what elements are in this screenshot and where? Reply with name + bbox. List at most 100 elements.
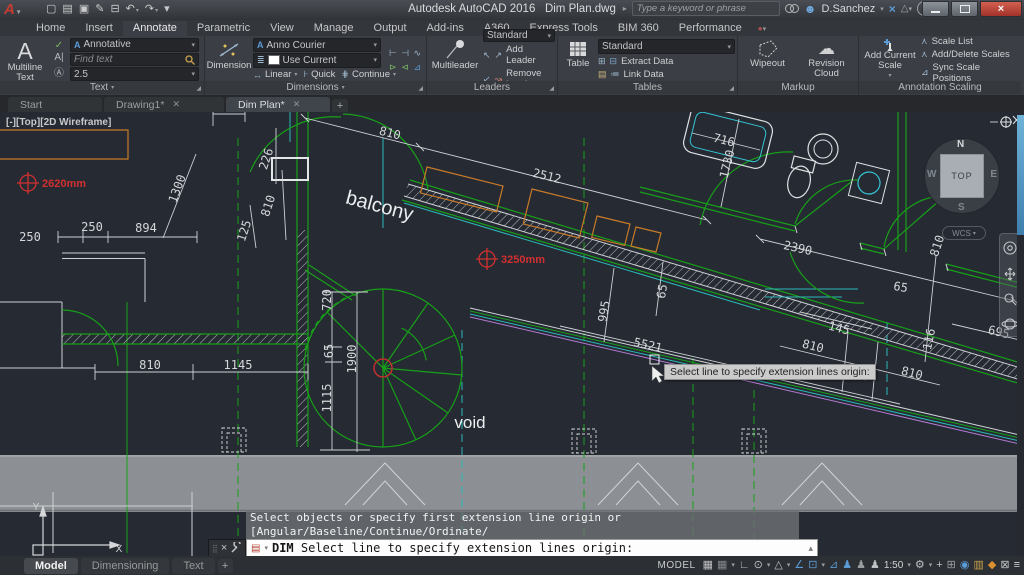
recent-commands-caret-icon[interactable]: ▾ (264, 544, 268, 552)
dim-layer-dropdown[interactable]: ≣ Use Current▾ (253, 53, 381, 67)
quick-dimension-button[interactable]: ⊦ Quick (303, 69, 335, 80)
quick-properties-icon[interactable]: ◉ (960, 556, 970, 575)
tab-home[interactable]: Home (26, 21, 75, 36)
viewcube-west[interactable]: W (927, 169, 936, 180)
viewcube-north[interactable]: N (957, 139, 964, 150)
units-icon[interactable]: ⊞ (947, 556, 956, 575)
scale-caret-icon[interactable]: ▾ (907, 556, 911, 575)
osnap-icon[interactable]: ⊡ (808, 556, 817, 575)
panel-label-markup[interactable]: Markup (738, 81, 858, 94)
annotation-monitor-icon[interactable]: + (936, 556, 942, 575)
customize-wrench-icon[interactable] (230, 542, 242, 554)
polar-caret-icon[interactable]: ▾ (767, 556, 771, 575)
inspect-icon[interactable]: ⊳ (389, 62, 397, 73)
panel-label-leaders[interactable]: Leaders◢ (427, 81, 557, 94)
model-space-indicator[interactable]: MODEL (658, 560, 696, 571)
workspace-gear-icon[interactable]: ⚙ (915, 556, 925, 575)
panel-label-annotation-scaling[interactable]: Annotation Scaling (859, 81, 1021, 94)
clean-screen-icon[interactable]: ⊠ (1000, 556, 1009, 575)
link-data-button[interactable]: ▤ ≔ Link Data (598, 69, 735, 80)
autoscale-icon[interactable]: ♟ (856, 556, 866, 575)
new-layout-button[interactable]: + (218, 559, 233, 573)
add-delete-scales-button[interactable]: ⋏ Add/Delete Scales (921, 49, 1019, 60)
drag-handle-icon[interactable]: ⣿ (212, 544, 218, 553)
add-leader-button[interactable]: ↖ ↗ Add Leader (483, 44, 555, 66)
wipeout-button[interactable]: Wipeout (742, 38, 794, 81)
find-text-input[interactable]: Find text (70, 53, 199, 67)
text-style-dropdown[interactable]: A Annotative▾ (70, 38, 199, 52)
panel-launcher-icon[interactable]: ◢ (418, 85, 423, 92)
customization-icon[interactable]: ≡ (1014, 556, 1020, 575)
command-input[interactable]: ▤ ▾ DIM Select line to specify extension… (246, 539, 818, 557)
extract-data-button[interactable]: ⊞ ⊟ Extract Data (598, 56, 735, 67)
polar-icon[interactable]: ⊙ (754, 556, 763, 575)
tab-bim360[interactable]: BIM 360 (608, 21, 669, 36)
exchange-apps-icon[interactable]: △▾ (901, 3, 912, 14)
tab-annotate[interactable]: Annotate (123, 21, 187, 36)
file-tab-dim-plan[interactable]: Dim Plan*✕ (226, 97, 330, 112)
workspace-caret-icon[interactable]: ▾ (929, 556, 933, 575)
tab-insert[interactable]: Insert (75, 21, 123, 36)
command-bar-grip[interactable]: ⣿ × (208, 539, 246, 557)
annotation-visibility-icon[interactable]: ♟ (842, 556, 852, 575)
isodraft-icon[interactable]: △ (774, 556, 782, 575)
tab-view[interactable]: View (260, 21, 304, 36)
layout-tab-dimensioning[interactable]: Dimensioning (81, 558, 170, 574)
spell-check-icon[interactable]: ✓ (55, 40, 63, 51)
revision-cloud-button[interactable]: ☁ Revision Cloud ▾ (799, 38, 855, 81)
table-style-dropdown[interactable]: Standard▾ (598, 39, 735, 54)
panel-label-dimensions[interactable]: Dimensions▾◢ (205, 81, 426, 94)
grid-icon[interactable]: ▦ (703, 556, 713, 575)
dimension-button[interactable]: Dimension (207, 38, 251, 81)
viewcube-east[interactable]: E (990, 169, 997, 180)
expand-history-icon[interactable]: ▴ (808, 543, 813, 554)
layout-tab-text[interactable]: Text (172, 558, 214, 574)
a360-icon[interactable]: × (889, 2, 896, 16)
search-input[interactable]: Type a keyword or phrase (632, 1, 780, 16)
add-current-scale-button[interactable]: Add Current Scale ▾ (861, 38, 919, 81)
table-button[interactable]: Table (560, 38, 596, 81)
viewcube-top-face[interactable]: TOP (940, 154, 984, 198)
multileader-button[interactable]: Multileader (429, 38, 481, 81)
dim-break-icon[interactable]: ⊢ (389, 48, 397, 59)
vertical-scrollbar[interactable] (1017, 112, 1024, 556)
find-text-icon[interactable]: A| (54, 52, 63, 63)
tab-performance[interactable]: Performance (669, 21, 752, 36)
snap-icon[interactable]: ▦ (717, 556, 727, 575)
restore-button[interactable] (951, 1, 978, 17)
mleader-style-dropdown[interactable]: Standard▾ (483, 29, 555, 42)
close-button[interactable]: × (980, 1, 1022, 17)
otrack-icon[interactable]: ∠ (794, 556, 804, 575)
update-icon[interactable]: ⊲ (401, 62, 409, 73)
file-tab-drawing1[interactable]: Drawing1*✕ (104, 97, 224, 112)
search-expand-icon[interactable]: ▸ (623, 4, 627, 13)
jog-line-icon[interactable]: ∿ (413, 48, 421, 59)
viewport-controls[interactable]: [-][Top][2D Wireframe] (6, 117, 111, 128)
osnap-caret-icon[interactable]: ▾ (821, 556, 825, 575)
search-icon[interactable] (785, 4, 799, 13)
scrollbar-thumb[interactable] (1017, 115, 1024, 235)
close-tab-icon[interactable]: ✕ (172, 99, 180, 110)
command-bar[interactable]: ⣿ × ▤ ▾ DIM Select line to specify exten… (208, 539, 818, 557)
multiline-text-button[interactable]: A Multiline Text (2, 38, 48, 81)
text-style-icon[interactable]: Ⓐ (54, 64, 64, 79)
tab-output[interactable]: Output (364, 21, 417, 36)
tab-parametric[interactable]: Parametric (187, 21, 260, 36)
new-drawing-tab-button[interactable]: + (332, 99, 348, 112)
isodraft-caret-icon[interactable]: ▾ (787, 556, 791, 575)
panel-launcher-icon[interactable]: ◢ (729, 85, 734, 92)
wcs-menu[interactable]: WCS▾ (942, 226, 986, 240)
panel-launcher-icon[interactable]: ◢ (196, 85, 201, 92)
ortho-icon[interactable]: ∟ (739, 556, 750, 575)
dim-style-dropdown[interactable]: A Anno Courier▾ (253, 38, 381, 52)
scale-list-button[interactable]: ⋏ Scale List (921, 36, 1019, 47)
panel-label-tables[interactable]: Tables◢ (558, 81, 737, 94)
close-command-icon[interactable]: × (221, 542, 227, 554)
close-tab-icon[interactable]: ✕ (293, 99, 301, 110)
signed-in-user[interactable]: D.Sanchez (821, 3, 875, 15)
layout-tab-model[interactable]: Model (24, 558, 78, 574)
drawing-canvas[interactable]: 2502508941300125226810810251217307166599… (0, 112, 1024, 556)
panel-launcher-icon[interactable]: ◢ (549, 85, 554, 92)
adjust-space-icon[interactable]: ⊣ (401, 48, 409, 59)
annotation-scale-value[interactable]: 1:50 (884, 560, 903, 571)
